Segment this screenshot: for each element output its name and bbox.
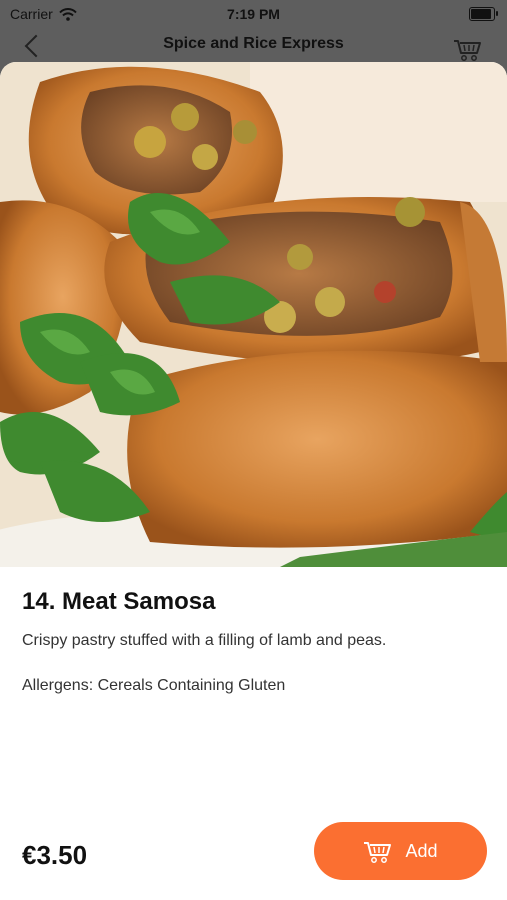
food-photo: [0, 62, 507, 567]
status-time: 7:19 PM: [227, 6, 280, 22]
add-button-label: Add: [405, 840, 438, 861]
status-bar: Carrier 7:19 PM: [0, 0, 507, 28]
item-detail-sheet: 14. Meat Samosa Crispy pastry stuffed wi…: [0, 62, 507, 900]
battery-icon: [469, 7, 498, 21]
add-to-cart-button[interactable]: Add: [314, 822, 487, 880]
navigation-bar: Spice and Rice Express: [0, 28, 507, 64]
restaurant-title: Spice and Rice Express: [163, 35, 344, 52]
cart-icon: [364, 842, 392, 863]
item-price: €3.50: [22, 840, 88, 870]
cart-icon[interactable]: [453, 36, 483, 62]
item-description: Crispy pastry stuffed with a filling of …: [22, 632, 387, 649]
item-allergens: Allergens: Cereals Containing Gluten: [22, 677, 286, 694]
item-title: 14. Meat Samosa: [22, 588, 216, 615]
